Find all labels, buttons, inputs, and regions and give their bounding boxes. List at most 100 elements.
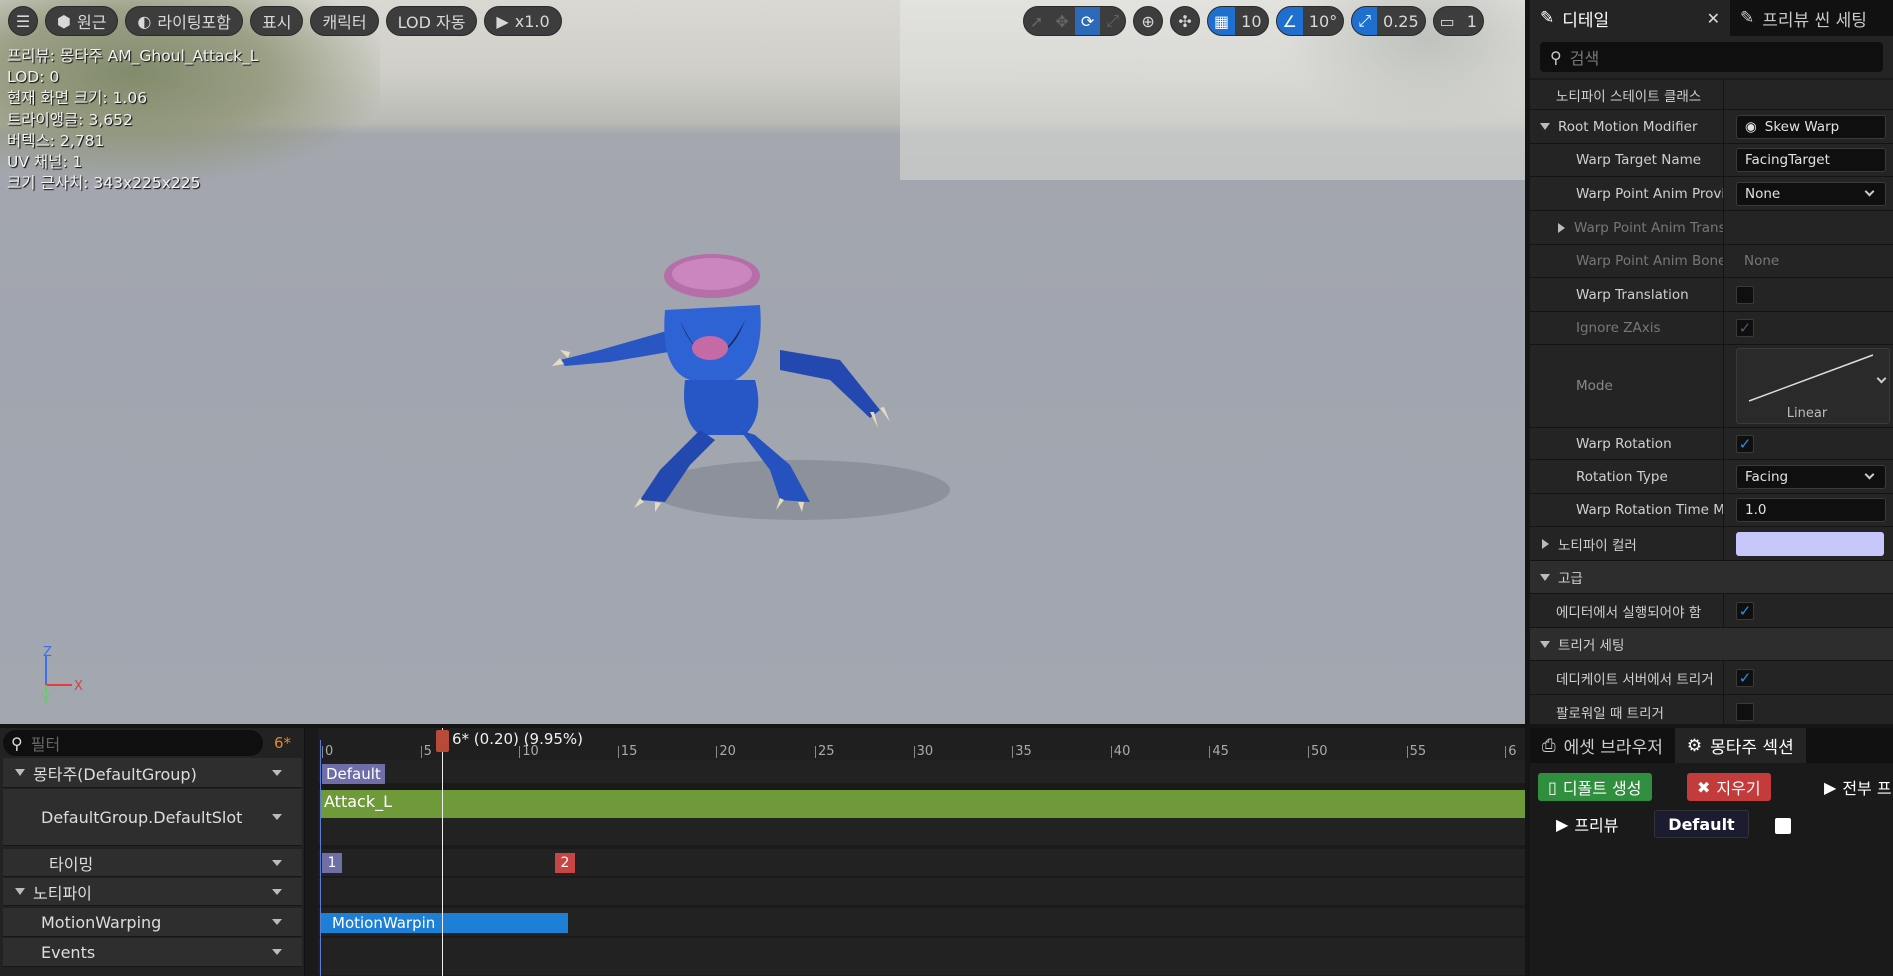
cube-icon: ⬢ (57, 11, 71, 31)
tab-montage-sections[interactable]: ⚙ 몽타주 섹션 (1674, 728, 1806, 763)
camera-speed-group[interactable]: ▭ 1 (1432, 6, 1484, 36)
track-notifies[interactable]: 노티파이 (3, 878, 302, 906)
ruler-tick-label: 15 (620, 744, 638, 759)
track-dropdown-icon[interactable] (272, 769, 282, 776)
track-dropdown-icon[interactable] (272, 814, 282, 820)
angle-snap-value[interactable]: 10° (1303, 7, 1343, 35)
track-events-label: Events (41, 942, 96, 962)
track-timing-label: 타이밍 (49, 854, 94, 874)
close-icon[interactable]: ✕ (1707, 9, 1720, 28)
track-dropdown-icon[interactable] (272, 919, 282, 925)
warp-rotation-checkbox[interactable]: ✓ (1736, 434, 1754, 453)
row-warp-point-anim-provider: Warp Point Anim Provider None (1530, 177, 1893, 211)
scale-icon[interactable]: ⤢ (1100, 7, 1125, 35)
select-icon[interactable]: ➚ (1024, 7, 1049, 35)
camera-icon[interactable]: ▭ (1434, 7, 1461, 35)
mode-value: Linear (1786, 406, 1828, 421)
label-notify-state-class: 노티파이 스테이트 클래스 (1530, 80, 1724, 109)
warp-translation-checkbox[interactable] (1736, 285, 1754, 304)
scale-snap-value[interactable]: 0.25 (1377, 7, 1425, 35)
create-default-button[interactable]: ▯ 디폴트 생성 (1538, 773, 1652, 801)
editor-root: ☰ ⬢ 원근 ◐ 라이팅포함 표시 캐릭터 LOD 자동 ▶ x1.0 ➚ ✥ ⟳ ⤢… (0, 0, 1893, 976)
tab-preview-scene-settings[interactable]: ✎ 프리뷰 씬 세팅 (1730, 0, 1877, 36)
track-timing[interactable]: 타이밍 (3, 849, 302, 877)
track-list: ⚲ 필터 6* 몽타주(DefaultGroup) DefaultGroup.D… (0, 728, 305, 976)
track-motion-warping[interactable]: MotionWarping (3, 908, 302, 937)
hamburger-icon: ☰ (15, 11, 31, 31)
clear-button[interactable]: ✖ 지우기 (1687, 773, 1771, 801)
row-trigger-on-dedicated-server: 데디케이트 서버에서 트리거 ✓ (1530, 661, 1893, 695)
tab-asset-browser-label: 에셋 브라우저 (1563, 738, 1663, 758)
lod-button[interactable]: LOD 자동 (385, 6, 478, 36)
perspective-button[interactable]: ⬢ 원근 (45, 6, 119, 36)
notify-color-swatch[interactable] (1736, 531, 1884, 556)
track-dropdown-icon[interactable] (272, 888, 282, 895)
timing-marker-1[interactable]: 1 (322, 853, 342, 873)
segment-attack-l[interactable]: Attack_L (320, 790, 1525, 818)
transform-mode-group: ➚ ✥ ⟳ ⤢ (1023, 6, 1127, 36)
track-montage-group[interactable]: 몽타주(DefaultGroup) (3, 758, 302, 788)
preview-viewport[interactable]: ☰ ⬢ 원근 ◐ 라이팅포함 표시 캐릭터 LOD 자동 ▶ x1.0 ➚ ✥ ⟳ ⤢… (0, 0, 1525, 724)
ruler-tick (420, 746, 422, 758)
collapse-triangle-icon[interactable] (15, 888, 25, 895)
preview-section-button[interactable]: ▶ 프리뷰 (1546, 810, 1628, 838)
rotation-type-dropdown[interactable]: Facing (1736, 464, 1886, 489)
angle-snap-group[interactable]: ∠ 10° (1275, 6, 1345, 36)
track-dropdown-icon[interactable] (272, 859, 282, 866)
section-loop-checkbox[interactable] (1775, 818, 1791, 834)
root-motion-modifier-picker[interactable]: ◉ Skew Warp (1736, 114, 1886, 139)
warp-target-name-input[interactable]: FacingTarget (1736, 148, 1886, 172)
tab-asset-browser[interactable]: ⎙ 에셋 브라우저 (1530, 728, 1675, 763)
scale-snap-icon[interactable]: ⤢ (1352, 7, 1378, 35)
tab-details[interactable]: ✎ 디테일 ✕ (1530, 0, 1730, 36)
collapse-triangle-icon[interactable] (1540, 640, 1550, 648)
grid-snap-group[interactable]: ▦ 10 (1207, 6, 1269, 36)
expand-triangle-icon[interactable] (1558, 222, 1565, 233)
playhead[interactable] (442, 728, 443, 976)
details-search-input[interactable]: ⚲ 검색 (1540, 42, 1883, 72)
grid-snap-value[interactable]: 10 (1235, 7, 1267, 35)
collapse-triangle-icon[interactable] (1540, 573, 1550, 581)
track-events[interactable]: Events (3, 938, 302, 967)
character-button[interactable]: 캐릭터 (310, 6, 379, 36)
playhead-handle[interactable] (436, 730, 449, 752)
expand-triangle-icon[interactable] (1540, 123, 1550, 130)
preview-all-button[interactable]: ▶ 전부 프 (1814, 773, 1893, 801)
trigger-on-dedicated-server-checkbox[interactable]: ✓ (1736, 668, 1754, 687)
ruler-tick-label: 35 (1015, 744, 1032, 759)
ignore-zaxis-checkbox[interactable]: ✓ (1736, 319, 1754, 337)
mode-curve-picker[interactable]: Linear (1736, 348, 1890, 424)
axis-x-label: X (74, 679, 83, 694)
grid-icon[interactable]: ▦ (1208, 7, 1236, 35)
coordinate-space-button[interactable]: ⊕ (1133, 6, 1164, 36)
notify-state-motion-warping[interactable]: MotionWarpin (320, 913, 568, 933)
category-advanced[interactable]: 고급 (1530, 561, 1893, 594)
must-run-in-editor-checkbox[interactable]: ✓ (1736, 601, 1754, 620)
angle-icon[interactable]: ∠ (1276, 7, 1303, 35)
preview-label: 프리뷰 (1574, 816, 1619, 835)
surface-snap-button[interactable]: ✣ (1170, 6, 1201, 36)
warp-point-anim-bone-value: None (1744, 253, 1780, 269)
timeline-tracks-area[interactable]: 0 5 10 15 20 25 30 35 40 45 50 55 6 Default Attack_L… (318, 728, 1525, 976)
warp-rotation-time-mul-input[interactable]: 1.0 (1736, 498, 1886, 522)
trigger-on-follower-checkbox[interactable] (1736, 702, 1754, 721)
details-search-bar: ⚲ 검색 (1530, 36, 1893, 78)
camera-speed-value[interactable]: 1 (1461, 7, 1483, 35)
expand-triangle-icon[interactable] (1542, 538, 1549, 549)
section-default-chip[interactable]: Default (1654, 810, 1749, 838)
track-slot[interactable]: DefaultGroup.DefaultSlot (3, 789, 302, 846)
collapse-triangle-icon[interactable] (15, 769, 25, 776)
timing-marker-2[interactable]: 2 (555, 853, 575, 873)
viewport-menu-button[interactable]: ☰ (8, 6, 38, 36)
playback-speed-button[interactable]: ▶ x1.0 (484, 6, 562, 36)
category-trigger-settings[interactable]: 트리거 세팅 (1530, 628, 1893, 661)
track-filter-input[interactable]: ⚲ 필터 (3, 730, 263, 756)
lighting-button[interactable]: ◐ 라이팅포함 (125, 6, 243, 36)
scale-snap-group[interactable]: ⤢ 0.25 (1351, 6, 1426, 36)
show-button[interactable]: 표시 (250, 6, 304, 36)
rotate-icon[interactable]: ⟳ (1074, 7, 1101, 35)
translate-icon[interactable]: ✥ (1049, 7, 1074, 35)
warp-point-anim-provider-dropdown[interactable]: None (1736, 181, 1886, 206)
section-default[interactable]: Default (322, 764, 385, 784)
track-dropdown-icon[interactable] (272, 949, 282, 955)
